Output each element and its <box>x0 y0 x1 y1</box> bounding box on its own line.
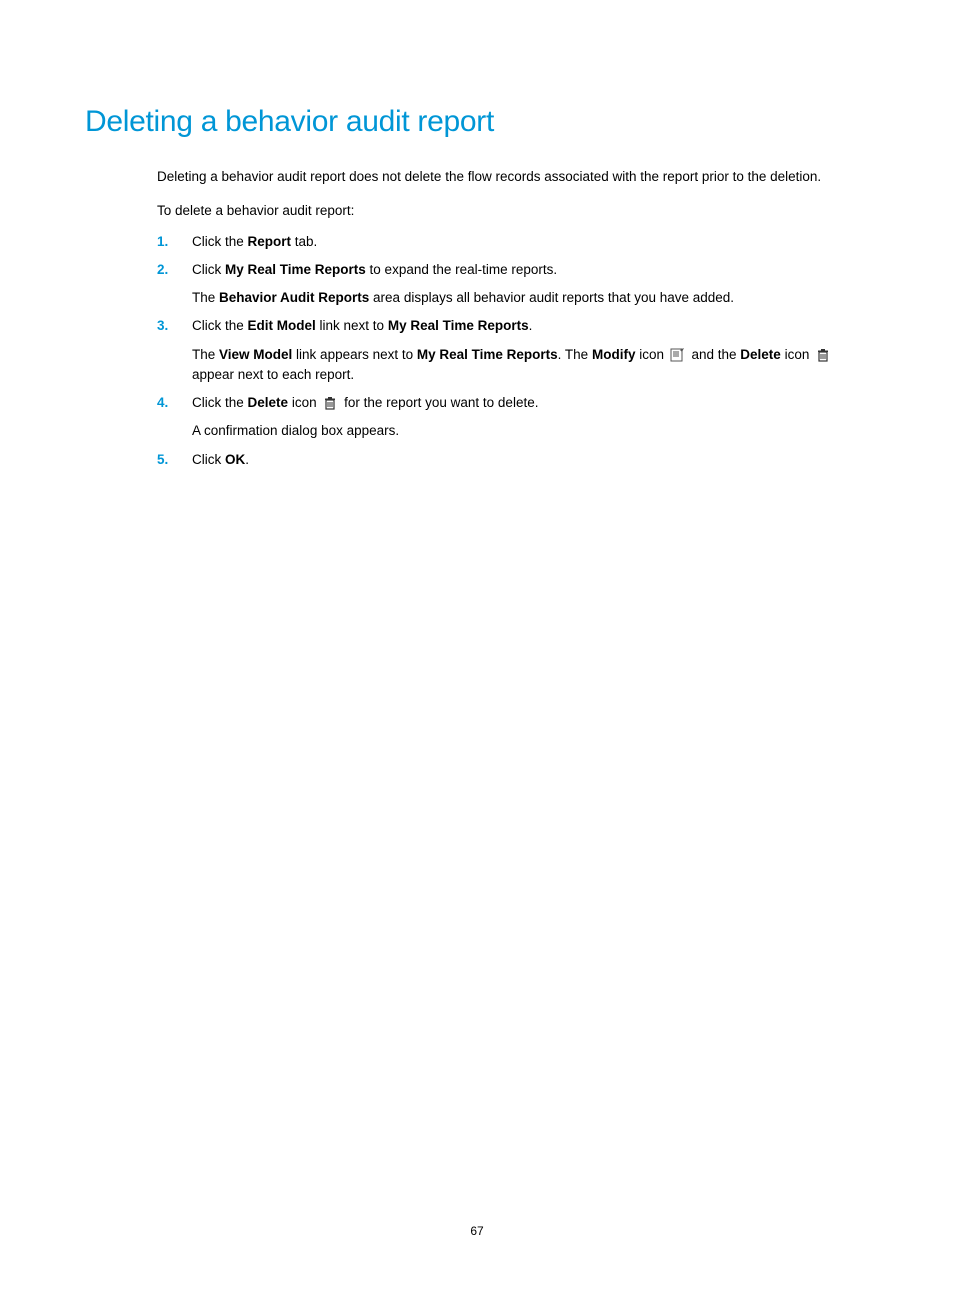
steps-intro: To delete a behavior audit report: <box>157 201 869 221</box>
bold-text: Behavior Audit Reports <box>219 290 369 305</box>
step-3-line-2: The View Model link appears next to My R… <box>192 345 869 386</box>
bold-text: View Model <box>219 347 292 362</box>
text: tab. <box>291 234 317 249</box>
bold-text: My Real Time Reports <box>388 318 529 333</box>
text: Click <box>192 452 225 467</box>
content-area: Deleting a behavior audit report does no… <box>157 167 869 470</box>
text: for the report you want to delete. <box>340 395 538 410</box>
bold-text: My Real Time Reports <box>225 262 366 277</box>
step-1-text: Click the Report tab. <box>192 232 869 252</box>
text: area displays all behavior audit reports… <box>369 290 734 305</box>
bold-text: Delete <box>740 347 781 362</box>
step-5: Click OK. <box>157 450 869 470</box>
text: and the <box>688 347 741 362</box>
text: Click the <box>192 318 248 333</box>
text: link next to <box>316 318 388 333</box>
page-heading: Deleting a behavior audit report <box>85 105 869 139</box>
step-4-line-1: Click the Delete icon for the report you… <box>192 393 869 413</box>
text: icon <box>288 395 320 410</box>
bold-text: Modify <box>592 347 636 362</box>
text: The <box>192 290 219 305</box>
text: to expand the real-time reports. <box>366 262 557 277</box>
intro-paragraph: Deleting a behavior audit report does no… <box>157 167 869 187</box>
steps-list: Click the Report tab. Click My Real Time… <box>157 232 869 470</box>
delete-icon <box>322 395 338 411</box>
step-3: Click the Edit Model link next to My Rea… <box>157 316 869 385</box>
step-2-line-1: Click My Real Time Reports to expand the… <box>192 260 869 280</box>
bold-text: Edit Model <box>248 318 316 333</box>
bold-text: My Real Time Reports <box>417 347 558 362</box>
modify-icon <box>670 347 686 363</box>
text: . <box>245 452 249 467</box>
text: Click the <box>192 234 248 249</box>
text: Click <box>192 262 225 277</box>
page-number: 67 <box>0 1224 954 1238</box>
bold-text: Report <box>248 234 292 249</box>
step-4: Click the Delete icon for the report you… <box>157 393 869 442</box>
step-5-text: Click OK. <box>192 450 869 470</box>
text: The <box>192 347 219 362</box>
text: icon <box>781 347 813 362</box>
text: link appears next to <box>292 347 417 362</box>
delete-icon <box>815 347 831 363</box>
step-1: Click the Report tab. <box>157 232 869 252</box>
step-3-line-1: Click the Edit Model link next to My Rea… <box>192 316 869 336</box>
step-2-line-2: The Behavior Audit Reports area displays… <box>192 288 869 308</box>
text: appear next to each report. <box>192 367 354 382</box>
text: icon <box>635 347 667 362</box>
text: . <box>529 318 533 333</box>
step-4-line-2: A confirmation dialog box appears. <box>192 421 869 441</box>
bold-text: OK <box>225 452 245 467</box>
bold-text: Delete <box>248 395 289 410</box>
step-2: Click My Real Time Reports to expand the… <box>157 260 869 309</box>
text: . The <box>558 347 592 362</box>
text: Click the <box>192 395 248 410</box>
